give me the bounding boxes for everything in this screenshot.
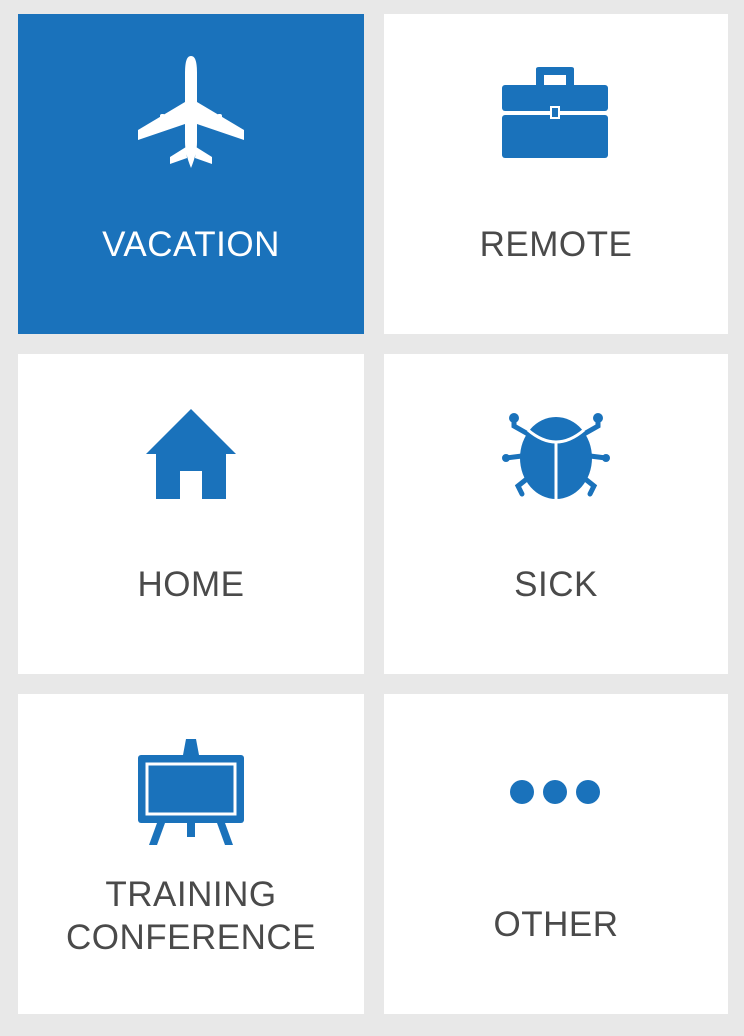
tile-remote[interactable]: REMOTE <box>384 14 728 334</box>
tile-vacation[interactable]: VACATION <box>18 14 364 334</box>
tile-label: VACATION <box>102 225 280 264</box>
more-dots-icon <box>510 780 600 804</box>
airplane-icon <box>138 56 244 168</box>
tile-training-conference[interactable]: TRAINING CONFERENCE <box>18 694 364 1014</box>
tile-label: HOME <box>137 565 245 604</box>
tile-other[interactable]: OTHER <box>384 694 728 1014</box>
briefcase-icon <box>502 67 608 158</box>
tile-label-line-2: CONFERENCE <box>65 918 317 957</box>
tile-label: TRAINING CONFERENCE <box>18 873 364 959</box>
easel-board-icon <box>138 739 244 845</box>
tile-label-line-1: TRAINING <box>105 875 277 914</box>
tile-sick[interactable]: SICK <box>384 354 728 674</box>
tile-label: SICK <box>514 565 598 604</box>
tile-label: OTHER <box>493 905 619 944</box>
tile-label: REMOTE <box>479 225 633 264</box>
house-icon <box>146 409 236 499</box>
bug-icon <box>502 413 610 499</box>
tile-home[interactable]: HOME <box>18 354 364 674</box>
